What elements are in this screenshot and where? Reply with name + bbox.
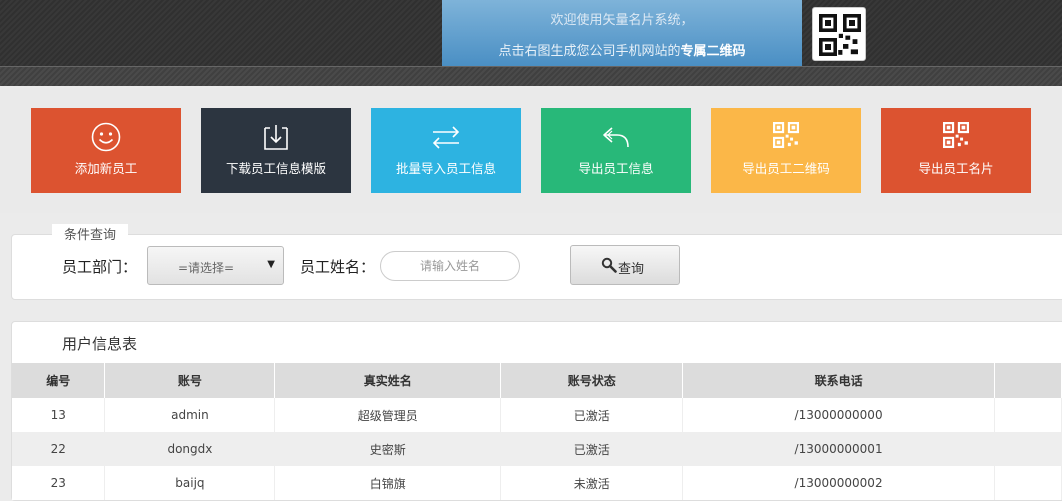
smile-icon [91, 122, 121, 152]
qr-code-icon [819, 14, 861, 56]
employee-name-input[interactable] [380, 251, 520, 281]
column-header[interactable] [994, 363, 1062, 398]
top-bar-strip [0, 66, 1062, 86]
table-cell: 未激活 [500, 466, 684, 500]
qr-hint-text: 点击右图生成您公司手机网站的专属二维码 [498, 44, 746, 59]
export-employee-qr-button[interactable]: 导出员工二维码 [711, 108, 861, 193]
table-cell: 白锦旗 [274, 466, 502, 500]
table-title: 用户信息表 [62, 335, 138, 353]
table-cell: 已激活 [500, 398, 684, 432]
reply-arrow-icon [603, 127, 629, 148]
download-icon [264, 125, 288, 150]
export-business-card-label: 导出员工名片 [918, 161, 994, 176]
column-header[interactable]: 账号状态 [500, 363, 684, 398]
table-cell: admin [104, 398, 276, 432]
search-icon [601, 257, 617, 273]
table-cell: 23 [12, 466, 106, 500]
export-employee-info-label: 导出员工信息 [578, 161, 654, 176]
add-employee-button[interactable]: 添加新员工 [31, 108, 181, 193]
column-header[interactable]: 联系电话 [682, 363, 995, 398]
table-cell: 超级管理员 [274, 398, 502, 432]
table-row[interactable]: 22 dongdx 史密斯 已激活 /13000000001 [12, 432, 1062, 466]
table-cell: 13 [12, 398, 106, 432]
export-business-card-button[interactable]: 导出员工名片 [881, 108, 1031, 193]
qr-code-icon [943, 122, 969, 148]
department-select-value: =请选择= [178, 261, 235, 275]
swap-arrows-icon [432, 126, 460, 149]
search-button[interactable]: 查询 [570, 245, 680, 285]
table-cell [994, 432, 1062, 466]
table-cell: /13000000001 [682, 432, 995, 466]
column-header[interactable]: 真实姓名 [274, 363, 502, 398]
table-cell [994, 398, 1062, 432]
table-row[interactable]: 23 baijq 白锦旗 未激活 /13000000002 [12, 466, 1062, 500]
table-cell: /13000000000 [682, 398, 995, 432]
welcome-banner: 欢迎使用矢量名片系统， 点击右图生成您公司手机网站的专属二维码 [442, 0, 802, 66]
table-cell: 22 [12, 432, 106, 466]
query-legend: 条件查询 [52, 224, 129, 243]
table-header-row: 编号 账号 真实姓名 账号状态 联系电话 [12, 363, 1062, 398]
table-cell: dongdx [104, 432, 276, 466]
table-cell [994, 466, 1062, 500]
export-employee-info-button[interactable]: 导出员工信息 [541, 108, 691, 193]
generate-qr-button[interactable] [812, 7, 866, 61]
employee-name-label: 员工姓名： [300, 258, 376, 276]
chevron-down-icon: ▼ [267, 259, 275, 270]
department-label: 员工部门： [62, 258, 138, 276]
export-employee-qr-label: 导出员工二维码 [742, 161, 830, 176]
table-cell: 已激活 [500, 432, 684, 466]
batch-import-label: 批量导入员工信息 [395, 161, 496, 176]
department-select[interactable]: =请选择= ▼ [147, 246, 284, 285]
download-template-button[interactable]: 下载员工信息模版 [201, 108, 351, 193]
user-info-table: 编号 账号 真实姓名 账号状态 联系电话 13 admin 超级管理员 已激活 … [12, 363, 1062, 500]
qr-code-icon [773, 122, 799, 148]
welcome-text: 欢迎使用矢量名片系统， [550, 13, 694, 28]
add-employee-label: 添加新员工 [74, 161, 138, 176]
table-cell: /13000000002 [682, 466, 995, 500]
table-cell: baijq [104, 466, 276, 500]
search-button-label: 查询 [618, 262, 645, 277]
download-template-label: 下载员工信息模版 [225, 161, 326, 176]
table-row[interactable]: 13 admin 超级管理员 已激活 /13000000000 [12, 398, 1062, 432]
batch-import-button[interactable]: 批量导入员工信息 [371, 108, 521, 193]
table-cell: 史密斯 [274, 432, 502, 466]
column-header[interactable]: 账号 [104, 363, 276, 398]
column-header[interactable]: 编号 [12, 363, 106, 398]
